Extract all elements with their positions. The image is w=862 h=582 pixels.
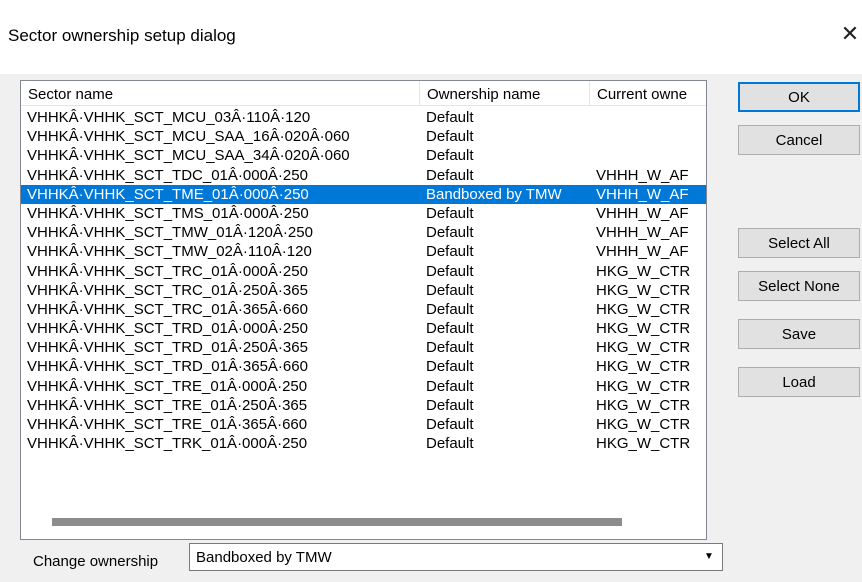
ok-button[interactable]: OK (738, 82, 860, 112)
current-owner-cell: HKG_W_CTR (596, 320, 691, 338)
ownership-name-cell: Default (426, 243, 474, 261)
change-ownership-label: Change ownership (33, 553, 159, 570)
table-row[interactable]: VHHKÂ·VHHK_SCT_MCU_SAA_34Â·020Â·060 Defau… (21, 146, 706, 165)
sector-name-cell: VHHKÂ·VHHK_SCT_TMS_01Â·000Â·250 (27, 204, 309, 222)
column-header-sector-name[interactable]: Sector name (21, 81, 420, 105)
current-owner-cell: HKG_W_CTR (596, 339, 691, 357)
ownership-name-cell: Default (426, 320, 474, 338)
ownership-name-cell: Default (426, 128, 474, 146)
table-row[interactable]: VHHKÂ·VHHK_SCT_TRK_01Â·000Â·250 Default HK… (21, 434, 706, 453)
table-row[interactable]: VHHKÂ·VHHK_SCT_TRE_01Â·250Â·365 Default HK… (21, 396, 706, 415)
sector-name-cell: VHHKÂ·VHHK_SCT_TRK_01Â·000Â·250 (27, 435, 308, 453)
sector-name-cell: VHHKÂ·VHHK_SCT_TMW_02Â·110Â·120 (27, 243, 312, 261)
current-owner-cell: VHHH_W_AF (596, 243, 689, 261)
current-owner-cell: HKG_W_CTR (596, 281, 691, 299)
ownership-name-cell: Default (426, 281, 474, 299)
ownership-name-cell: Default (426, 224, 474, 242)
dialog-title: Sector ownership setup dialog (8, 26, 236, 45)
close-icon[interactable]: ✕ (838, 19, 862, 49)
current-owner-cell: HKG_W_CTR (596, 377, 691, 395)
select-all-button[interactable]: Select All (738, 228, 860, 258)
ownership-name-cell: Default (426, 396, 474, 414)
table-row[interactable]: VHHKÂ·VHHK_SCT_TME_01Â·000Â·250 Bandboxed… (21, 184, 706, 204)
sector-name-cell: VHHKÂ·VHHK_SCT_MCU_SAA_16Â·020Â·060 (27, 128, 350, 146)
ownership-name-cell: Default (426, 262, 474, 280)
sector-name-cell: VHHKÂ·VHHK_SCT_TRE_01Â·250Â·365 (27, 396, 308, 414)
ownership-name-cell: Default (426, 300, 474, 318)
change-ownership-value: Bandboxed by TMW (196, 549, 332, 566)
ownership-name-cell: Default (426, 204, 474, 222)
table-row[interactable]: VHHKÂ·VHHK_SCT_TDC_01Â·000Â·250 Default VH… (21, 166, 706, 185)
sector-name-cell: VHHKÂ·VHHK_SCT_MCU_03Â·110Â·120 (27, 109, 311, 126)
table-row[interactable]: VHHKÂ·VHHK_SCT_MCU_SAA_16Â·020Â·060 Defau… (21, 127, 706, 146)
ownership-name-cell: Default (426, 147, 474, 165)
current-owner-cell: HKG_W_CTR (596, 435, 691, 453)
list-header: Sector name Ownership name Current owne (21, 81, 706, 106)
current-owner-cell: VHHH_W_AF (596, 185, 689, 203)
sector-name-cell: VHHKÂ·VHHK_SCT_TMW_01Â·120Â·250 (27, 224, 313, 242)
ownership-name-cell: Default (426, 358, 474, 376)
cancel-button[interactable]: Cancel (738, 125, 860, 155)
current-owner-cell: VHHH_W_AF (596, 204, 689, 222)
table-row[interactable]: VHHKÂ·VHHK_SCT_TRE_01Â·000Â·250 Default HK… (21, 377, 706, 396)
sector-name-cell: VHHKÂ·VHHK_SCT_TRD_01Â·000Â·250 (27, 320, 308, 338)
current-owner-cell: HKG_W_CTR (596, 300, 691, 318)
sector-name-cell: VHHKÂ·VHHK_SCT_TRC_01Â·000Â·250 (27, 262, 308, 280)
table-row[interactable]: VHHKÂ·VHHK_SCT_TMW_01Â·120Â·250 Default VH… (21, 223, 706, 242)
sector-name-cell: VHHKÂ·VHHK_SCT_TRD_01Â·250Â·365 (27, 339, 308, 357)
ownership-name-cell: Default (426, 416, 474, 433)
ownership-name-cell: Default (426, 377, 474, 395)
sector-name-cell: VHHKÂ·VHHK_SCT_TRE_01Â·000Â·250 (27, 377, 308, 395)
current-owner-cell: HKG_W_CTR (596, 416, 691, 433)
table-row[interactable]: VHHKÂ·VHHK_SCT_TRC_01Â·250Â·365 Default HK… (21, 281, 706, 300)
select-none-button[interactable]: Select None (738, 271, 860, 301)
current-owner-cell: VHHH_W_AF (596, 224, 689, 242)
change-ownership-select[interactable]: Bandboxed by TMW ▼ (189, 543, 723, 571)
table-row[interactable]: VHHKÂ·VHHK_SCT_TMW_02Â·110Â·120 Default VH… (21, 242, 706, 261)
list-rows: VHHKÂ·VHHK_SCT_MCU_03Â·110Â·120 Default VH… (21, 108, 706, 453)
load-button[interactable]: Load (738, 367, 860, 397)
column-header-current-owner[interactable]: Current owne (590, 81, 706, 105)
save-button[interactable]: Save (738, 319, 860, 349)
sector-name-cell: VHHKÂ·VHHK_SCT_MCU_SAA_34Â·020Â·060 (27, 147, 350, 165)
sector-name-cell: VHHKÂ·VHHK_SCT_TDC_01Â·000Â·250 (27, 166, 308, 184)
sector-name-cell: VHHKÂ·VHHK_SCT_TRD_01Â·365Â·660 (27, 358, 308, 376)
current-owner-cell: HKG_W_CTR (596, 396, 691, 414)
sector-name-cell: VHHKÂ·VHHK_SCT_TRC_01Â·250Â·365 (27, 281, 308, 299)
table-row[interactable]: VHHKÂ·VHHK_SCT_TRD_01Â·000Â·250 Default HK… (21, 319, 706, 338)
sector-list[interactable]: Sector name Ownership name Current owne … (20, 80, 707, 540)
ownership-name-cell: Default (426, 166, 474, 184)
ownership-name-cell: Default (426, 109, 474, 126)
sector-name-cell: VHHKÂ·VHHK_SCT_TME_01Â·000Â·250 (27, 185, 309, 203)
table-row[interactable]: VHHKÂ·VHHK_SCT_TRE_01Â·365Â·660 Default HK… (21, 415, 706, 434)
sector-name-cell: VHHKÂ·VHHK_SCT_TRE_01Â·365Â·660 (27, 416, 308, 433)
sector-name-cell: VHHKÂ·VHHK_SCT_TRC_01Â·365Â·660 (27, 300, 308, 318)
table-row[interactable]: VHHKÂ·VHHK_SCT_TRD_01Â·365Â·660 Default HK… (21, 357, 706, 376)
table-row[interactable]: VHHKÂ·VHHK_SCT_TMS_01Â·000Â·250 Default VH… (21, 204, 706, 223)
chevron-down-icon[interactable]: ▼ (696, 544, 722, 570)
title-bar: Sector ownership setup dialog ✕ (0, 0, 862, 74)
horizontal-scrollbar-thumb[interactable] (52, 518, 622, 526)
current-owner-cell: VHHH_W_AF (596, 166, 689, 184)
table-row[interactable]: VHHKÂ·VHHK_SCT_TRC_01Â·365Â·660 Default HK… (21, 300, 706, 319)
current-owner-cell: HKG_W_CTR (596, 262, 691, 280)
table-row[interactable]: VHHKÂ·VHHK_SCT_TRD_01Â·250Â·365 Default HK… (21, 338, 706, 357)
ownership-name-cell: Default (426, 435, 474, 453)
ownership-name-cell: Default (426, 339, 474, 357)
table-row[interactable]: VHHKÂ·VHHK_SCT_TRC_01Â·000Â·250 Default HK… (21, 262, 706, 281)
current-owner-cell: HKG_W_CTR (596, 358, 691, 376)
ownership-name-cell: Bandboxed by TMW (426, 185, 562, 203)
column-header-ownership-name[interactable]: Ownership name (420, 81, 590, 105)
table-row[interactable]: VHHKÂ·VHHK_SCT_MCU_03Â·110Â·120 Default (21, 108, 706, 127)
